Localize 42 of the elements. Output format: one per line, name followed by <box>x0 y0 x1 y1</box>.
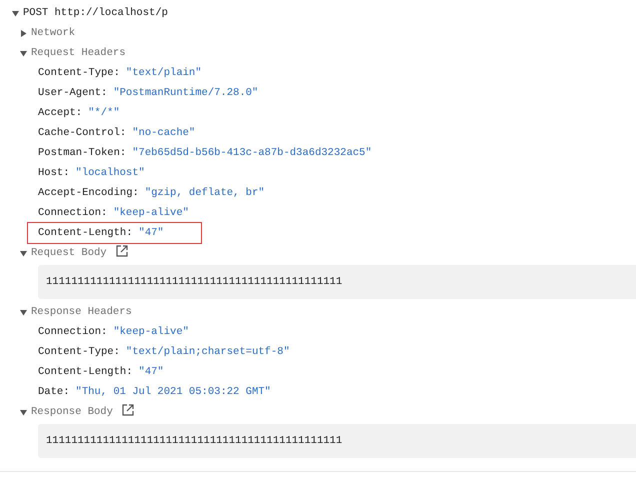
header-name: Accept: <box>38 107 82 119</box>
expanded-arrow-icon[interactable] <box>12 10 19 16</box>
header-name: Content-Length: <box>38 366 133 378</box>
header-value: "47" <box>138 366 164 378</box>
header-value: "no-cache" <box>132 127 196 139</box>
header-value: "*/*" <box>88 107 120 119</box>
header-name: Content-Type: <box>38 346 120 358</box>
expanded-arrow-icon[interactable] <box>20 50 27 56</box>
header-value: "localhost" <box>76 167 145 179</box>
header-value: "keep-alive" <box>113 326 189 338</box>
header-name: Content-Type: <box>38 67 120 79</box>
expanded-arrow-icon[interactable] <box>20 308 27 316</box>
header-name: User-Agent: <box>38 87 108 99</box>
section-title[interactable]: Response Body <box>31 406 113 418</box>
header-value: "Thu, 01 Jul 2021 05:03:22 GMT" <box>76 386 271 398</box>
open-external-icon[interactable] <box>122 404 134 416</box>
header-value: "text/plain;charset=utf-8" <box>126 346 290 358</box>
header-name: Content-Length: <box>38 227 133 239</box>
header-name: Cache-Control: <box>38 127 126 139</box>
open-external-icon[interactable] <box>116 245 128 257</box>
header-value: "gzip, deflate, br" <box>144 187 265 199</box>
body-text: 11111111111111111111111111111111111111111111111 <box>46 276 342 288</box>
expanded-arrow-icon[interactable] <box>20 250 27 256</box>
header-value: "PostmanRuntime/7.28.0" <box>113 87 258 99</box>
header-name: Connection: <box>38 326 108 338</box>
header-name: Host: <box>38 167 70 179</box>
section-title[interactable]: Response Headers <box>31 306 132 318</box>
header-name: Postman-Token: <box>38 147 126 159</box>
request-line[interactable]: POST http://localhost/p <box>23 7 168 19</box>
section-title[interactable]: Network <box>31 27 76 39</box>
header-value: "7eb65d5d-b56b-413c-a87b-d3a6d3232ac5" <box>132 147 372 159</box>
section-title[interactable]: Request Body <box>31 247 107 259</box>
collapsed-arrow-icon[interactable] <box>20 30 27 36</box>
expanded-arrow-icon[interactable] <box>20 408 27 416</box>
body-text: 11111111111111111111111111111111111111111111111 <box>46 435 342 447</box>
header-name: Accept-Encoding: <box>38 187 139 199</box>
header-value: "keep-alive" <box>113 207 189 219</box>
section-title[interactable]: Request Headers <box>31 47 126 59</box>
header-name: Date: <box>38 386 70 398</box>
header-name: Connection: <box>38 207 108 219</box>
header-value: "47" <box>138 227 164 239</box>
header-value: "text/plain" <box>126 67 202 79</box>
